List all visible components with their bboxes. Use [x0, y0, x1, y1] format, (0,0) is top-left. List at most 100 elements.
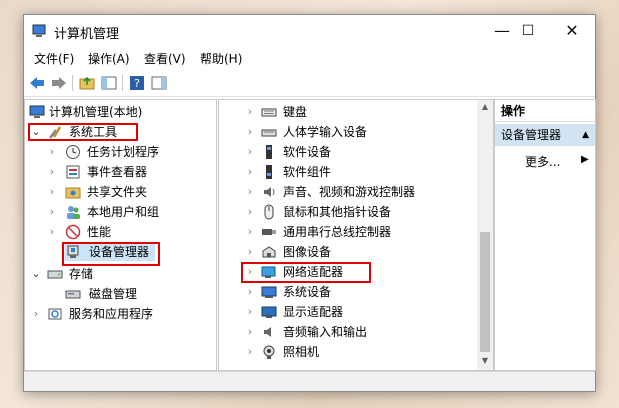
chevron-right-icon[interactable]: ▶ — [581, 154, 589, 165]
close-button[interactable]: ✕ — [560, 19, 584, 43]
chevron-right-icon[interactable]: › — [245, 302, 255, 322]
device-list: › 键盘 › 人体学输入设备 › 软件设备 › 软件组件 › 声音、视频和游戏控… — [218, 99, 494, 371]
actions-device-manager-label: 设备管理器 — [501, 128, 562, 142]
tree-storage-label: 存储 — [69, 267, 94, 281]
keyboard-icon — [261, 108, 277, 117]
mouse-icon — [264, 204, 274, 220]
actions-device-manager[interactable]: 设备管理器 ▲ — [495, 124, 595, 146]
actions-header: 操作 — [495, 100, 595, 122]
device-label: 键盘 — [283, 105, 308, 119]
forward-arrow-icon[interactable] — [50, 74, 68, 92]
minimize-button[interactable]: — — [490, 19, 514, 43]
actions-more[interactable]: 更多... — [525, 152, 560, 172]
chevron-right-icon[interactable]: › — [245, 282, 255, 302]
disk-icon — [65, 290, 81, 299]
up-folder-icon[interactable] — [78, 74, 96, 92]
device-label: 通用串行总线控制器 — [283, 225, 392, 239]
services-icon — [48, 308, 62, 320]
tree-disk-management-label: 磁盘管理 — [89, 287, 138, 301]
computer-management-icon — [32, 24, 46, 37]
clock-icon — [66, 145, 80, 159]
shared-folder-icon — [65, 187, 81, 199]
tree-local-users-label: 本地用户和组 — [87, 205, 160, 219]
system-device-icon — [261, 286, 277, 298]
tree-services-apps-label: 服务和应用程序 — [69, 307, 154, 321]
chevron-right-icon[interactable]: › — [31, 304, 41, 324]
chevron-right-icon[interactable]: › — [245, 102, 255, 122]
tree-root-label: 计算机管理(本地) — [49, 105, 143, 119]
event-viewer-icon — [66, 165, 80, 179]
svg-text:?: ? — [134, 77, 140, 90]
title-bar: 计算机管理 — ☐ ✕ — [24, 15, 595, 47]
help-icon[interactable]: ? — [128, 74, 146, 92]
toolbar-separator — [72, 75, 73, 91]
chevron-right-icon[interactable]: › — [245, 122, 255, 142]
users-icon — [67, 206, 80, 219]
collapse-arrow-icon[interactable]: ▲ — [582, 124, 589, 146]
chevron-right-icon[interactable]: › — [245, 242, 255, 262]
performance-icon — [65, 224, 81, 240]
device-label: 照相机 — [283, 345, 320, 359]
scrollbar-thumb[interactable] — [480, 232, 490, 352]
highlight-box — [28, 123, 138, 141]
device-label: 鼠标和其他指针设备 — [283, 205, 392, 219]
storage-icon — [47, 270, 63, 279]
show-hide-tree-icon[interactable] — [100, 74, 118, 92]
device-label: 系统设备 — [283, 285, 332, 299]
actions-pane: 操作 设备管理器 ▲ 更多... ▶ — [494, 99, 596, 371]
highlight-box — [62, 242, 160, 266]
device-label: 软件组件 — [283, 165, 332, 179]
device-label: 人体学输入设备 — [283, 125, 368, 139]
scroll-down-icon[interactable]: ▼ — [480, 356, 490, 365]
camera-icon — [263, 345, 275, 359]
navigation-tree: 计算机管理(本地) ⌄ 系统工具 › 任务计划程序 › 事件查看器 › 共享文件… — [24, 99, 217, 371]
device-label: 声音、视频和游戏控制器 — [283, 185, 416, 199]
chevron-right-icon[interactable]: › — [245, 162, 255, 182]
software-component-icon — [266, 165, 272, 179]
maximize-button[interactable]: ☐ — [516, 19, 540, 43]
device-label: 音频输入和输出 — [283, 325, 368, 339]
back-arrow-icon[interactable] — [28, 74, 46, 92]
chevron-right-icon[interactable]: › — [47, 222, 57, 242]
device-label: 软件设备 — [283, 145, 332, 159]
chevron-right-icon[interactable]: › — [245, 342, 255, 362]
menu-view[interactable]: 查看(V) — [144, 50, 186, 67]
computer-management-window: 计算机管理 — ☐ ✕ 文件(F) 操作(A) 查看(V) 帮助(H) ? 计算… — [23, 14, 596, 392]
chevron-right-icon[interactable]: › — [245, 322, 255, 342]
menu-file[interactable]: 文件(F) — [34, 50, 74, 67]
actions-more-label: 更多... — [525, 155, 561, 169]
menu-help[interactable]: 帮助(H) — [200, 50, 242, 67]
menu-bar: 文件(F) 操作(A) 查看(V) 帮助(H) — [24, 48, 595, 68]
chevron-right-icon[interactable]: › — [47, 142, 57, 162]
usb-icon — [262, 229, 276, 235]
chevron-right-icon[interactable]: › — [47, 182, 57, 202]
display-adapter-icon — [261, 306, 277, 318]
device-label: 图像设备 — [283, 245, 332, 259]
audio-io-icon — [264, 327, 271, 337]
chevron-right-icon[interactable]: › — [245, 182, 255, 202]
chevron-right-icon[interactable]: › — [47, 202, 57, 222]
toolbar-separator — [122, 75, 123, 91]
show-action-pane-icon[interactable] — [150, 74, 168, 92]
chevron-right-icon[interactable]: › — [245, 222, 255, 242]
chevron-right-icon[interactable]: › — [47, 162, 57, 182]
tree-event-viewer-label: 事件查看器 — [87, 165, 148, 179]
software-device-icon — [266, 145, 272, 159]
hid-icon — [261, 129, 277, 137]
chevron-down-icon[interactable]: ⌄ — [31, 264, 41, 284]
menu-action[interactable]: 操作(A) — [88, 50, 130, 67]
status-bar — [24, 371, 595, 391]
chevron-right-icon[interactable]: › — [245, 202, 255, 222]
tree-performance-label: 性能 — [87, 225, 112, 239]
speaker-icon — [264, 187, 275, 197]
scroll-up-icon[interactable]: ▲ — [480, 102, 490, 111]
toolbar: ? — [24, 70, 595, 97]
computer-management-icon — [29, 105, 45, 118]
tree-shared-folders-label: 共享文件夹 — [87, 185, 148, 199]
imaging-device-icon — [262, 246, 276, 258]
device-label: 显示适配器 — [283, 305, 344, 319]
window-title: 计算机管理 — [54, 27, 120, 42]
scrollbar[interactable]: ▲ ▼ — [477, 100, 493, 370]
tree-task-scheduler-label: 任务计划程序 — [87, 145, 160, 159]
chevron-right-icon[interactable]: › — [245, 142, 255, 162]
